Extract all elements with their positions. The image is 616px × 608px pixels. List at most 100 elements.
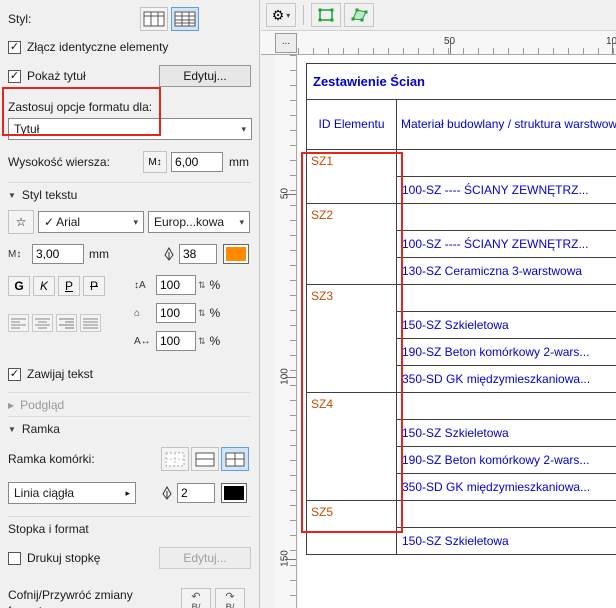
stepper-icon[interactable]: ⇅ [198,280,206,291]
material-cell-empty[interactable] [396,203,616,231]
frame-pen-color-swatch[interactable] [221,483,247,503]
align-justify-button[interactable] [80,314,101,332]
text-height-icon: M↕ [8,248,22,260]
pen-color-swatch[interactable] [223,244,249,264]
apply-format-value: Tytuł [14,122,40,136]
ruler-label: 50 [279,187,291,200]
column-header-material[interactable]: Materiał budowlany / struktura warstwowa… [396,99,616,150]
font-select[interactable]: ✓ Arial ▾ [38,211,144,233]
material-cell[interactable]: 150-SZ Szkieletowa [396,419,616,447]
edit-footer-button[interactable]: Edytuj... [159,547,251,569]
frame-pen-input[interactable] [177,483,215,503]
vertical-ruler: 50 100 150 [275,55,297,608]
group-start-row: SZ4 [306,392,616,501]
section-label: Podgląd [20,398,65,412]
encoding-select[interactable]: Europ...kowa ▾ [148,211,250,233]
material-cell[interactable]: 130-SZ Ceramiczna 3-warstwowa [396,257,616,285]
toolbar-separator [303,5,304,25]
schedule-table: Zestawienie Ścian ID Elementu Materiał b… [306,63,616,555]
stepper-icon[interactable]: ⇅ [198,308,206,319]
section-frame[interactable]: ▼ Ramka [8,416,251,440]
material-cell-empty[interactable] [396,149,616,177]
material-cell-empty[interactable] [396,500,616,528]
percent-label: % [209,278,221,292]
material-cell[interactable]: 190-SZ Beton komórkowy 2-wars... [396,446,616,474]
bold-button[interactable]: G [8,276,30,296]
print-footer-checkbox[interactable]: Drukuj stopkę [8,551,100,565]
style-label: Styl: [8,12,32,26]
line-spacing-input[interactable] [156,275,196,295]
section-text-style[interactable]: ▼ Styl tekstu [8,182,251,206]
text-pen-input[interactable] [179,244,217,264]
table-style-2-button[interactable] [171,7,199,31]
pen-nib-icon [163,247,175,261]
row-height-input[interactable] [171,152,223,172]
settings-gear-button[interactable]: ⚙ ▾ [266,3,296,27]
checkbox-label: Złącz identyczne elementy [27,40,169,54]
char-width-icon: ⌂ [134,307,141,319]
material-cell[interactable]: 100-SZ ---- ŚCIANY ZEWNĘTRZ... [396,176,616,204]
line-type-value: Linia ciągła [14,486,75,500]
cell-frame-all-button[interactable] [221,447,249,471]
section-label: Styl tekstu [21,188,78,202]
element-id-cell[interactable]: SZ5 [306,500,397,555]
redo-format-button[interactable]: ↷ B/ [215,588,245,608]
cell-frame-horizontal-button[interactable] [191,447,219,471]
strikethrough-button[interactable]: P [83,276,105,296]
align-left-button[interactable] [8,314,29,332]
favorites-star-button[interactable]: ☆ [8,210,34,234]
apply-format-select[interactable]: Tytuł ▾ [8,118,252,140]
checkbox-label: Drukuj stopkę [27,551,101,565]
material-cell[interactable]: 350-SD GK międzymieszkaniowa... [396,365,616,393]
header-row: ID Elementu Materiał budowlany / struktu… [306,99,616,150]
group-start-row: SZ1 [306,149,616,204]
char-width-input[interactable] [156,303,196,323]
chevron-down-icon: ▾ [286,10,291,20]
align-right-button[interactable] [56,314,77,332]
polygon-tool-button[interactable] [344,3,374,27]
section-preview[interactable]: ▶ Podgląd [8,392,251,416]
row-height-icon[interactable]: M↕ [143,151,167,173]
marquee-tool-button[interactable] [311,3,341,27]
align-center-button[interactable] [32,314,53,332]
element-id-cell[interactable]: SZ2 [306,203,397,285]
schedule-format-dialog: Styl: ✓ Złącz identyczne elementy ✓ Poka… [0,0,616,608]
material-cell[interactable]: 150-SZ Szkieletowa [396,527,616,555]
underline-button[interactable]: P [58,276,80,296]
column-header-id[interactable]: ID Elementu [306,99,397,150]
material-cell-empty[interactable] [396,284,616,312]
gear-icon: ⚙ [271,6,285,23]
show-title-checkbox[interactable]: ✓ Pokaż tytuł [8,69,86,83]
checkbox-label: Zawijaj tekst [27,367,94,381]
font-size-input[interactable] [32,244,84,264]
wrap-text-checkbox[interactable]: ✓ Zawijaj tekst [8,362,259,386]
line-type-select[interactable]: Linia ciągła ▸ [8,482,136,504]
table-style-1-button[interactable] [140,7,168,31]
element-id-cell[interactable]: SZ3 [306,284,397,393]
material-cell[interactable]: 350-SD GK międzymieszkaniowa... [396,473,616,501]
schedule-preview-canvas[interactable]: Zestawienie Ścian ID Elementu Materiał b… [298,55,616,608]
ruler-label: 100 [279,368,291,385]
ruler-options-button[interactable]: ... [275,33,297,53]
stepper-icon[interactable]: ⇅ [198,336,206,347]
material-cell[interactable]: 150-SZ Szkieletowa [396,311,616,339]
check-icon: ✓ [44,215,55,229]
char-spacing-input[interactable] [156,331,196,351]
element-id-cell[interactable]: SZ4 [306,392,397,501]
material-cell-empty[interactable] [396,392,616,420]
table-grid-full-icon [174,11,196,27]
cell-frame-label: Ramka komórki: [8,452,95,466]
italic-button[interactable]: K [33,276,55,296]
undo-format-button[interactable]: ↶ B/ [181,588,211,608]
section-label: Ramka [21,422,60,436]
material-cell[interactable]: 100-SZ ---- ŚCIANY ZEWNĘTRZ... [396,230,616,258]
merge-identical-checkbox[interactable]: ✓ Złącz identyczne elementy [8,36,259,58]
preview-toolbar: ⚙ ▾ [261,0,616,31]
align-center-icon [35,318,50,328]
element-id-cell[interactable]: SZ1 [306,149,397,204]
schedule-title[interactable]: Zestawienie Ścian [306,63,616,100]
cell-frame-none-button[interactable] [161,447,189,471]
material-cell[interactable]: 190-SZ Beton komórkowy 2-wars... [396,338,616,366]
percent-label: % [209,334,221,348]
edit-title-button[interactable]: Edytuj... [159,65,251,87]
